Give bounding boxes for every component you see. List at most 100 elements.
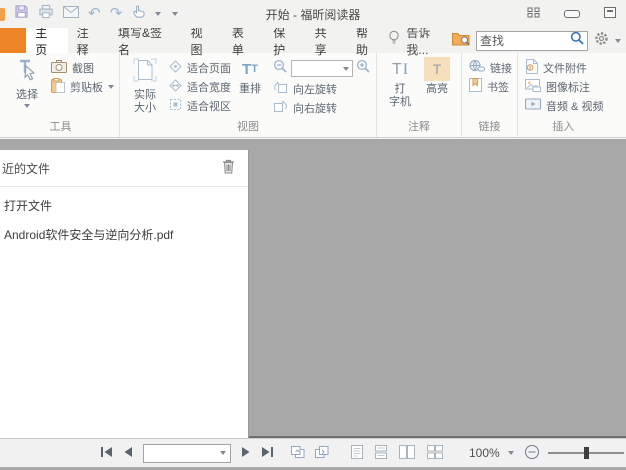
clipboard-icon [51, 77, 65, 96]
fit-visible-button[interactable]: 适合视区 [169, 97, 231, 114]
rotate-right-icon [273, 99, 288, 116]
reflow-icon: TT [242, 60, 258, 78]
clipboard-dropdown-icon[interactable] [108, 84, 114, 89]
save-icon[interactable] [14, 4, 29, 24]
tab-form[interactable]: 表单 [223, 26, 264, 57]
group-label-view: 视图 [237, 121, 259, 133]
minimize-icon[interactable] [564, 5, 580, 23]
highlight-button[interactable]: T 高亮 [418, 55, 456, 96]
fit-page-button[interactable]: 适合页面 [169, 59, 231, 76]
rotate-right-button[interactable]: 向右旋转 [273, 99, 371, 116]
facing-layout-icon[interactable] [399, 444, 415, 462]
file-attachment-button[interactable]: 文件附件 [525, 58, 603, 77]
audio-video-button[interactable]: 音频 & 视频 [525, 97, 603, 114]
tab-share[interactable]: 共享 [306, 26, 347, 57]
ribbon-tab-bar: 主页 注释 填写&签名 视图 表单 保护 共享 帮助 告诉我... [0, 26, 626, 57]
ribbon-home: 选择 截图 剪贴板 工具 实际 大小 适合页面 适合宽度 适合视区 T T 重排… [0, 53, 626, 138]
folder-search-icon[interactable] [452, 31, 470, 51]
fit-width-button[interactable]: 适合宽度 [169, 78, 231, 95]
previous-view-icon[interactable] [290, 445, 305, 461]
continuous-facing-layout-icon[interactable] [427, 444, 443, 462]
lightbulb-icon [388, 30, 400, 51]
typewriter-button[interactable]: TI 打 字机 [382, 55, 418, 109]
tab-home[interactable]: 主页 [26, 26, 68, 57]
ribbon-group-comment: TI 打 字机 T 高亮 注释 [377, 53, 462, 137]
file-menu-button[interactable] [0, 28, 27, 53]
image-annotation-button[interactable]: 图像标注 [525, 78, 603, 95]
last-page-icon[interactable] [261, 446, 274, 461]
zoom-level-input[interactable] [295, 62, 343, 75]
hand-tool-icon[interactable] [131, 4, 146, 24]
tab-view[interactable]: 视图 [182, 26, 223, 57]
zoom-in-icon[interactable] [356, 59, 371, 79]
reflow-button[interactable]: TT 重排 [231, 55, 267, 96]
print-icon[interactable] [38, 4, 54, 24]
cut-off-icon [0, 7, 5, 21]
page-combobox-dropdown-icon[interactable] [220, 451, 226, 455]
select-dropdown-icon[interactable] [24, 104, 30, 108]
search-icon[interactable] [570, 31, 584, 50]
quick-access-toolbar: ↶ ↷ [0, 4, 179, 24]
find-search-box [476, 30, 589, 51]
recent-file-item[interactable]: Android软件安全与逆向分析.pdf [0, 216, 248, 245]
fit-page-icon [169, 59, 182, 76]
actual-size-icon [132, 57, 158, 87]
highlight-icon: T [424, 57, 450, 81]
title-bar: ↶ ↷ 开始 - 福昕阅读器 [0, 0, 626, 28]
zoom-percentage-dropdown-icon[interactable] [507, 451, 514, 455]
single-page-layout-icon[interactable] [351, 444, 363, 462]
zoom-combobox-dropdown-icon[interactable] [343, 66, 349, 71]
find-search-input[interactable] [480, 33, 571, 48]
bookmark-icon [469, 78, 482, 95]
gear-icon[interactable] [594, 31, 609, 51]
zoom-slider[interactable] [547, 447, 624, 459]
hand-tool-dropdown-icon[interactable] [155, 12, 162, 16]
zoom-out-icon[interactable] [273, 59, 288, 79]
audio-video-icon [525, 98, 541, 113]
previous-page-icon[interactable] [123, 446, 133, 461]
window-controls [527, 5, 626, 23]
group-label-links: 链接 [478, 121, 501, 133]
open-file-item[interactable]: 打开文件 [0, 187, 248, 216]
link-icon [469, 59, 485, 76]
clipboard-button[interactable]: 剪贴板 [51, 77, 114, 96]
tab-protect[interactable]: 保护 [264, 26, 305, 57]
first-page-icon[interactable] [100, 446, 113, 461]
recent-files-panel: 近的文件 打开文件 Android软件安全与逆向分析.pdf [0, 150, 249, 438]
zoom-percentage[interactable]: 100% [469, 446, 500, 460]
rotate-left-button[interactable]: 向左旋转 [273, 80, 371, 97]
tab-help[interactable]: 帮助 [347, 26, 388, 57]
link-button[interactable]: 链接 [469, 59, 512, 76]
fit-visible-icon [169, 98, 182, 114]
tab-comment[interactable]: 注释 [68, 26, 109, 57]
document-area: 近的文件 打开文件 Android软件安全与逆向分析.pdf [0, 139, 626, 438]
continuous-layout-icon[interactable] [375, 444, 387, 462]
select-cursor-icon [15, 57, 39, 87]
group-label-insert: 插入 [552, 121, 575, 133]
actual-size-button[interactable]: 实际 大小 [125, 55, 165, 115]
maximize-icon[interactable] [604, 5, 616, 23]
ribbon-group-links: 链接 书签 链接 [462, 53, 518, 137]
trash-icon[interactable] [222, 159, 235, 177]
zoom-slider-minus-icon[interactable] [524, 444, 540, 463]
redo-icon[interactable]: ↷ [110, 6, 123, 21]
recent-files-header: 近的文件 [0, 150, 248, 187]
zoom-slider-handle[interactable] [583, 447, 589, 459]
gear-dropdown-icon[interactable] [615, 38, 622, 43]
email-icon[interactable] [63, 5, 79, 23]
typewriter-icon: TI [391, 60, 409, 78]
toolbar-more-icon[interactable] [172, 12, 179, 16]
snapshot-button[interactable]: 截图 [51, 59, 114, 76]
tab-fill-sign[interactable]: 填写&签名 [109, 26, 182, 57]
bookmark-button[interactable]: 书签 [469, 78, 512, 95]
next-view-icon[interactable] [314, 445, 329, 461]
next-page-icon[interactable] [241, 446, 251, 461]
ribbon-group-tools: 选择 截图 剪贴板 工具 [2, 53, 120, 137]
select-button[interactable]: 选择 [7, 55, 47, 108]
fit-width-icon [169, 78, 182, 95]
page-number-input[interactable] [148, 446, 220, 460]
foxit-reader-window: ↶ ↷ 开始 - 福昕阅读器 主页 注释 填写&签名 视图 表单 保护 共享 帮… [0, 0, 626, 470]
layout-grid-icon[interactable] [527, 5, 540, 23]
file-attachment-icon [525, 58, 538, 77]
undo-icon[interactable]: ↶ [88, 6, 101, 21]
